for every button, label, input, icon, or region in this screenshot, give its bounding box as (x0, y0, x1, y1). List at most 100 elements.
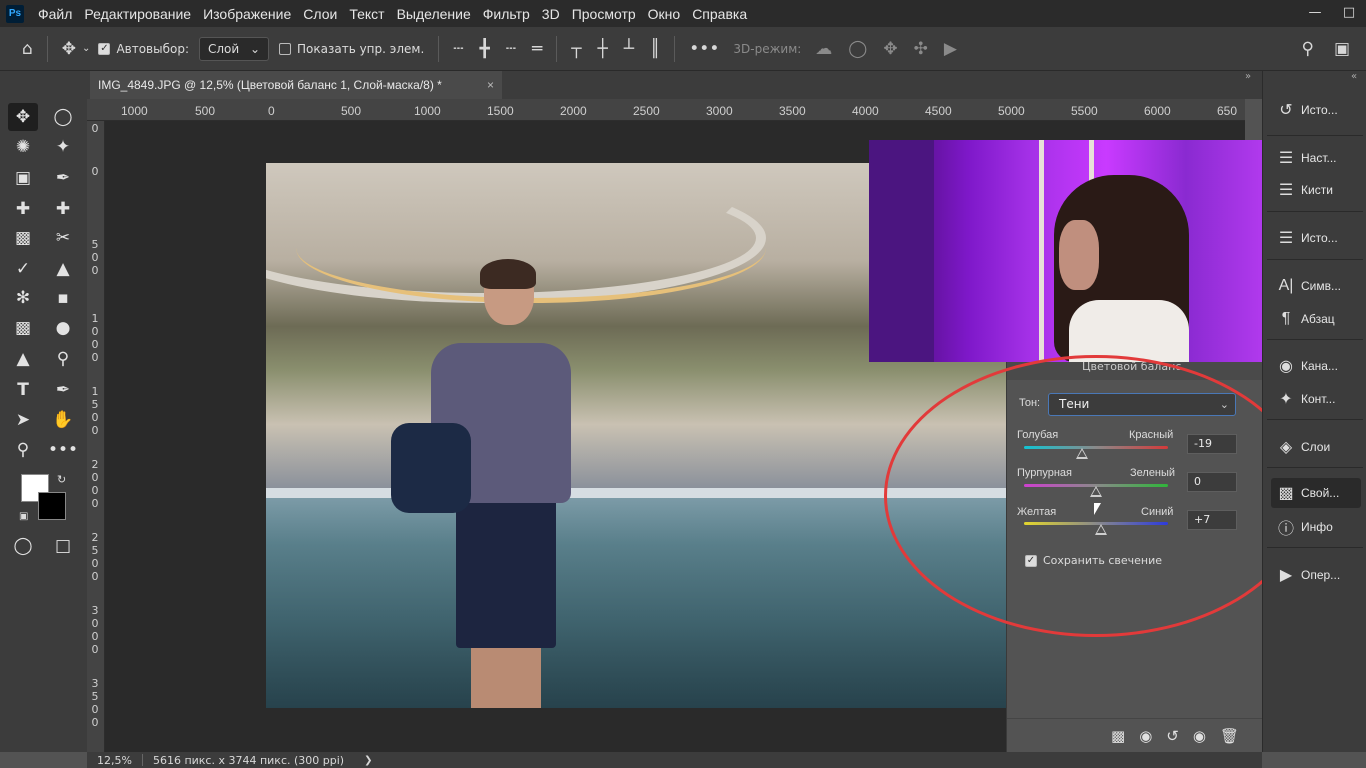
align-left-icon[interactable]: ┄ (445, 39, 471, 59)
dock-properties[interactable]: ▩ Свой... (1271, 478, 1361, 508)
trash-icon[interactable]: 🗑 (1220, 727, 1239, 745)
dock-adjustments[interactable]: ☰ Наст... (1271, 143, 1361, 173)
visibility-eye-icon[interactable]: ◉ (1193, 727, 1206, 745)
3d-slide-icon[interactable]: ✣ (906, 39, 936, 59)
magenta-green-value[interactable]: 0 (1187, 472, 1237, 492)
more-tools-icon[interactable]: ••• (48, 436, 78, 464)
magic-wand-icon[interactable]: ✦ (48, 133, 78, 161)
autoselect-dropdown[interactable]: Слой ⌄ (199, 36, 269, 61)
menu-image[interactable]: Изображение (197, 6, 297, 22)
frame-tool-icon[interactable]: ▩ (8, 224, 38, 252)
autoselect-checkbox[interactable]: ✓ (98, 42, 111, 55)
slider-thumb[interactable] (1090, 486, 1102, 497)
lasso-tool-icon[interactable]: ✺ (8, 133, 38, 161)
ruler-label: 3 (91, 604, 99, 617)
pen-tool-icon[interactable]: ✒ (48, 376, 78, 404)
menu-select[interactable]: Выделение (391, 6, 477, 22)
preserve-luminosity-checkbox[interactable]: ✓ (1025, 554, 1037, 567)
hand-tool-icon[interactable]: ✋ (48, 406, 78, 434)
slider-thumb[interactable] (1076, 448, 1089, 459)
ruler-label: 0 (91, 570, 99, 583)
brush-tool-icon[interactable]: ✓ (8, 255, 38, 283)
dock-brushes[interactable]: ☰ Кисти (1271, 175, 1361, 205)
dock-label: Исто... (1301, 103, 1338, 117)
healing-brush-icon[interactable]: ✚ (8, 195, 38, 223)
dock-history[interactable]: ↺ Исто... (1271, 95, 1361, 125)
distribute-vertical-icon[interactable]: ║ (642, 39, 668, 59)
slider-thumb[interactable] (1095, 524, 1108, 535)
dock-layers[interactable]: ◈ Слои (1271, 432, 1361, 462)
menu-view[interactable]: Просмотр (566, 6, 642, 22)
path-select-icon[interactable]: ➤ (8, 406, 38, 434)
maximize-icon[interactable]: □ (1332, 0, 1366, 25)
preserve-luminosity[interactable]: ✓ Сохранить свечение (1025, 554, 1162, 567)
3d-scale-icon[interactable]: ▶ (936, 39, 965, 59)
menu-layer[interactable]: Слои (297, 6, 343, 22)
menu-file[interactable]: Файл (32, 6, 78, 22)
eyedropper-icon[interactable]: ✒ (48, 164, 78, 192)
close-icon[interactable]: × (487, 78, 494, 92)
dock-character[interactable]: A| Симв... (1271, 271, 1361, 301)
type-tool-icon[interactable]: T (8, 376, 38, 404)
align-top-icon[interactable]: ┬ (563, 39, 589, 59)
menu-3d[interactable]: 3D (536, 6, 566, 22)
zoom-tool-icon[interactable]: ⚲ (8, 436, 38, 464)
align-middle-icon[interactable]: ┼ (590, 39, 616, 59)
pen-shape-icon[interactable]: ▲ (8, 345, 38, 373)
dodge-tool-icon[interactable]: ⚲ (48, 345, 78, 373)
align-bottom-icon[interactable]: ┴ (616, 39, 642, 59)
scissors-icon[interactable]: ✂ (48, 224, 78, 252)
move-tool-icon[interactable]: ✥ (8, 103, 38, 131)
zoom-level[interactable]: 12,5% (97, 754, 132, 767)
show-transform-checkbox[interactable] (279, 42, 291, 55)
menu-help[interactable]: Справка (686, 6, 753, 22)
background-color-swatch[interactable] (38, 492, 66, 520)
tone-dropdown[interactable]: Тени ⌄ (1048, 393, 1236, 416)
reset-icon[interactable]: ↺ (1166, 727, 1179, 745)
menu-filter[interactable]: Фильтр (477, 6, 536, 22)
gradient-tool-icon[interactable]: ▩ (8, 314, 38, 342)
dock-actions[interactable]: ▶ Опер... (1271, 560, 1361, 590)
eraser-icon[interactable]: ▪ (48, 284, 78, 312)
dock-info[interactable]: ⓘ Инфо (1271, 512, 1361, 542)
patch-tool-icon[interactable]: ✚ (48, 195, 78, 223)
menu-edit[interactable]: Редактирование (78, 6, 197, 22)
clip-to-layer-icon[interactable]: ▩ (1111, 727, 1125, 745)
yellow-blue-value[interactable]: +7 (1187, 510, 1237, 530)
dock-channels[interactable]: ◉ Кана... (1271, 351, 1361, 381)
3d-orbit-icon[interactable]: ☁ (807, 39, 840, 59)
history-brush-icon[interactable]: ✻ (8, 284, 38, 312)
dock-paragraph[interactable]: ¶ Абзац (1271, 304, 1361, 334)
cyan-red-slider[interactable] (1024, 446, 1168, 449)
crop-tool-icon[interactable]: ▣ (8, 164, 38, 192)
document-info: 5616 пикс. x 3744 пикс. (300 ppi) (152, 753, 345, 767)
quick-mask-icon[interactable]: ◯ (8, 532, 38, 560)
dock-clone-source[interactable]: ☰ Исто... (1271, 223, 1361, 253)
stamp-tool-icon[interactable]: ▲ (48, 255, 78, 283)
align-center-icon[interactable]: ╋ (472, 39, 498, 59)
workspace-icon[interactable]: ▣ (1326, 39, 1358, 59)
dock-paths[interactable]: ✦ Конт... (1271, 384, 1361, 414)
cyan-red-value[interactable]: -19 (1187, 434, 1237, 454)
screen-mode-icon[interactable]: □ (48, 532, 78, 560)
move-tool-icon[interactable]: ✥ ⌄ (54, 39, 99, 59)
blur-tool-icon[interactable]: ● (48, 314, 78, 342)
default-colors-icon[interactable]: ▣ (19, 511, 28, 522)
search-icon[interactable]: ⚲ (1294, 39, 1322, 59)
status-menu-arrow[interactable]: ❯ (364, 755, 372, 766)
collapse-icon[interactable]: « (1351, 71, 1357, 82)
collapse-icon[interactable]: » (1245, 71, 1251, 82)
3d-pan-icon[interactable]: ✥ (875, 39, 905, 59)
minimize-icon[interactable]: — (1298, 0, 1332, 25)
view-previous-icon[interactable]: ◉ (1139, 727, 1152, 745)
menu-type[interactable]: Текст (343, 6, 390, 22)
home-icon[interactable]: ⌂ (14, 39, 41, 59)
swap-colors-icon[interactable]: ↻ (57, 473, 66, 486)
align-right-icon[interactable]: ┄ (498, 39, 524, 59)
distribute-icon[interactable]: ═ (524, 39, 550, 59)
more-options-icon[interactable]: ••• (681, 39, 727, 59)
marquee-tool-icon[interactable]: ◯ (48, 103, 78, 131)
3d-roll-icon[interactable]: ◯ (840, 39, 875, 59)
document-tab[interactable]: IMG_4849.JPG @ 12,5% (Цветовой баланс 1,… (90, 71, 502, 99)
menu-window[interactable]: Окно (642, 6, 687, 22)
